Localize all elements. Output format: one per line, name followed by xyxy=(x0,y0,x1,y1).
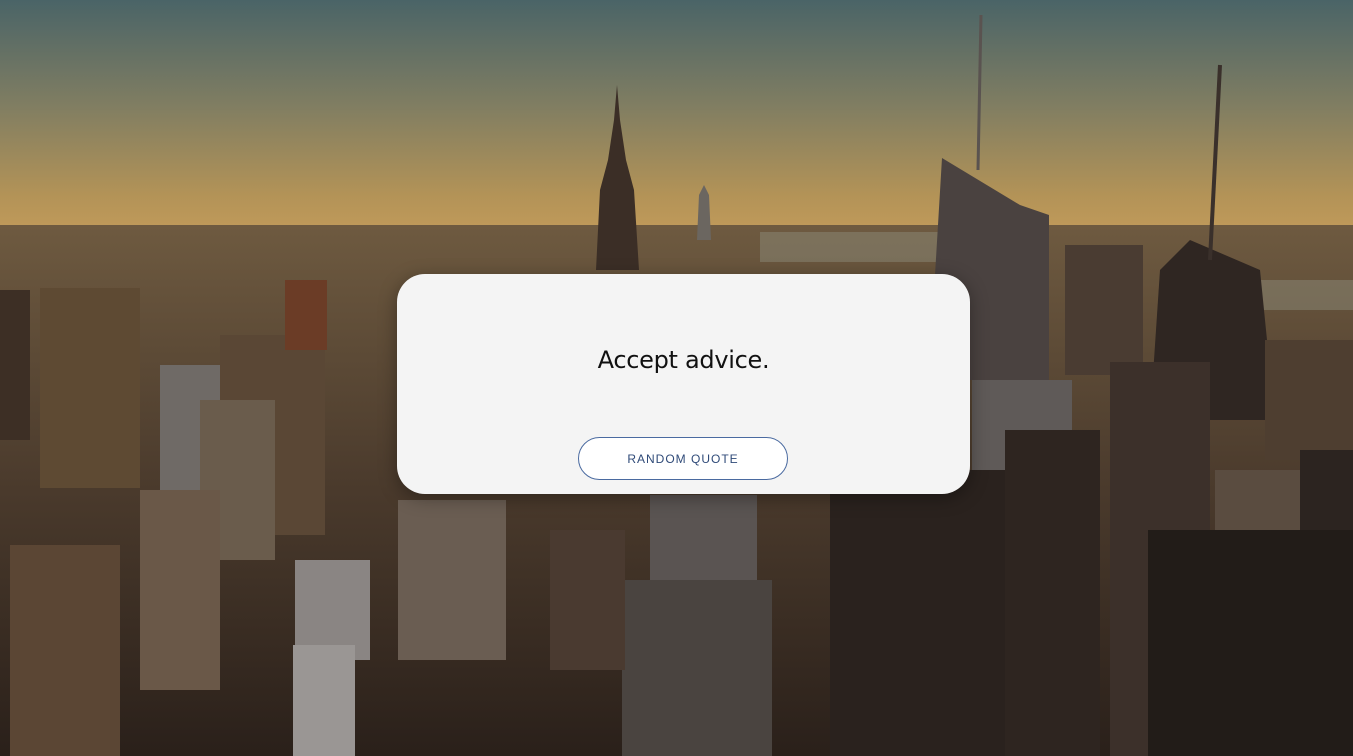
quote-text: Accept advice. xyxy=(597,346,770,374)
quote-card: Accept advice. RANDOM QUOTE xyxy=(397,274,970,494)
random-quote-button[interactable]: RANDOM QUOTE xyxy=(578,437,788,480)
